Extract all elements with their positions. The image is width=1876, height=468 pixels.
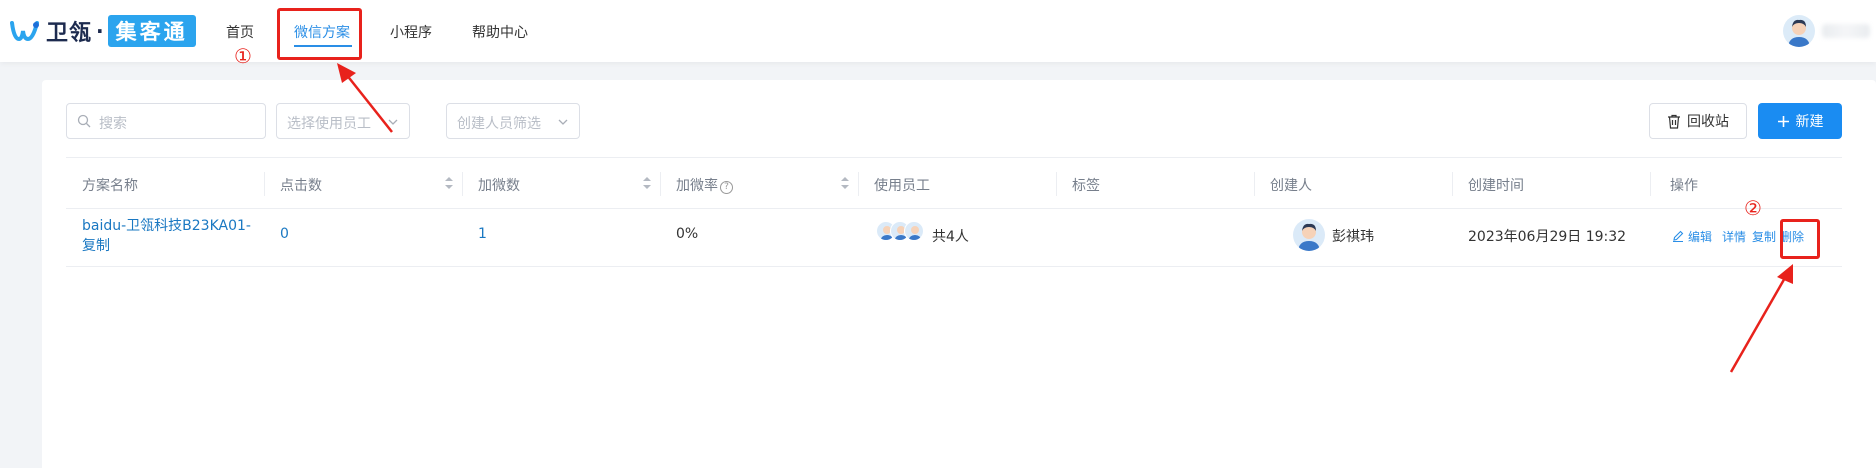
arrowhead-delete <box>1777 264 1793 284</box>
arrow-to-delete <box>1729 275 1788 373</box>
arrow-to-nav <box>345 73 393 133</box>
annotation-arrows <box>337 63 1793 373</box>
arrowhead-nav <box>337 63 356 83</box>
